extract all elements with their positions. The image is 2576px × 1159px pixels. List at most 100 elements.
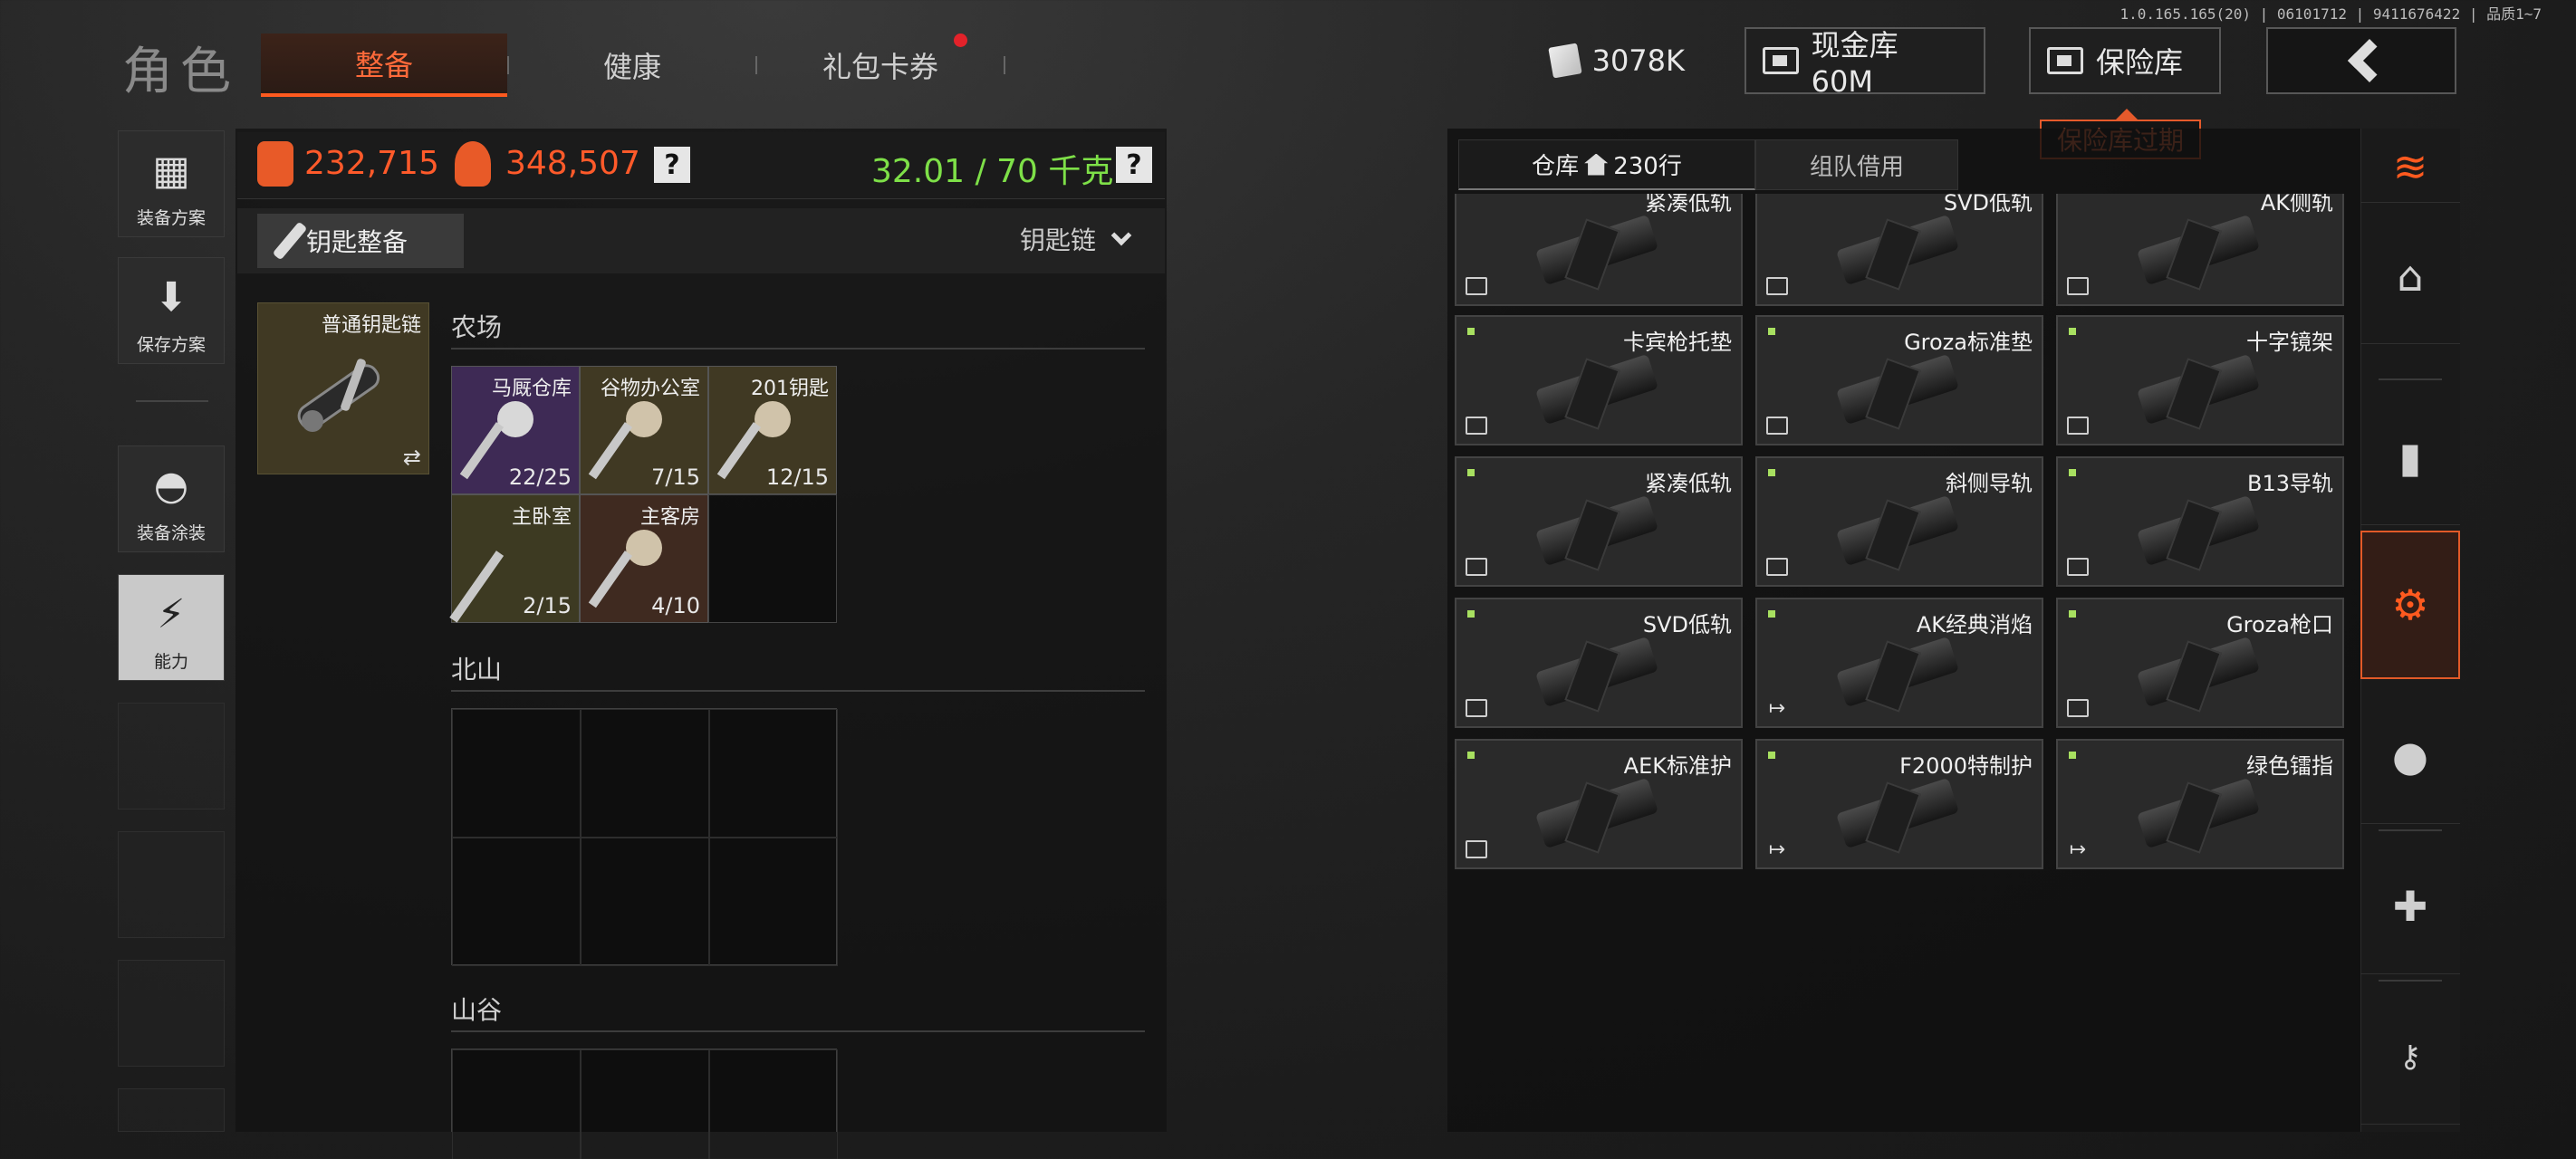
swap-icon[interactable]: ⇄ [403,445,421,470]
key-slot-empty[interactable] [709,1049,838,1159]
tab-health[interactable]: 健康 [509,34,755,97]
loadout-plan-label: 装备方案 [136,208,206,228]
grenade-icon: ● [2391,731,2429,781]
item-name: 紧凑低轨 [1645,471,1732,496]
value-help-button[interactable]: ? [654,147,690,183]
storage-box-icon [2067,277,2089,295]
item-image [1535,777,1665,858]
category-home[interactable]: ⌂ [2360,208,2460,344]
key-slot[interactable]: 主卧室 2/15 [449,494,580,623]
category-weapon-parts[interactable]: ⚙ [2360,531,2460,679]
cash-vault-button[interactable]: 现金库 60M [1745,27,1985,99]
warehouse-rows: 230行 [1613,153,1682,180]
keychain-slot[interactable]: 普通钥匙链 ⇄ [257,302,429,474]
ammo-icon: ▮ [2398,432,2422,482]
weight-readout: 32.01 / 70 千克 [871,153,1114,190]
storage-box-icon [1766,417,1788,435]
layers-refresh-button[interactable]: ≋ [2360,130,2460,203]
warehouse-item[interactable]: 斜侧导轨 [1755,456,2043,587]
storage-box-icon [1766,558,1788,576]
warehouse-item[interactable]: AK经典消焰 ↦ [1755,598,2043,728]
notification-dot [954,34,967,47]
key-slot-empty[interactable] [581,838,709,966]
key-slot[interactable]: 主客房 4/10 [580,494,708,623]
new-item-marker [1467,469,1475,476]
home-icon: ⌂ [2397,251,2424,301]
storage-box-icon [2067,417,2089,435]
weight-help-button[interactable]: ? [1116,147,1152,183]
item-image [1535,636,1665,717]
tab-team-borrow[interactable]: 组队借用 [1755,139,1958,190]
warehouse-item[interactable]: 紧凑低轨 [1455,456,1743,587]
section-title-valley: 山谷 [451,995,503,1025]
new-item-marker [2069,752,2076,759]
safe-button[interactable]: 保险库 [2029,27,2221,94]
item-name: 紧凑低轨 [1645,194,1732,216]
key-slot-empty[interactable] [709,838,838,966]
tab-loadout[interactable]: 整备 [261,34,507,97]
warehouse-item[interactable]: Groza标准垫 [1755,315,2043,445]
tab-divider [1004,56,1005,74]
category-grenade[interactable]: ● [2360,688,2460,824]
key-slot-empty[interactable] [581,709,709,838]
armor-value: 232,715 [304,145,439,182]
warehouse-item[interactable]: SVD低轨 [1755,194,2043,306]
back-button[interactable] [2266,27,2456,94]
item-image [1535,353,1665,435]
storage-box-icon [1466,277,1487,295]
key-slot[interactable]: 谷物办公室 7/15 [580,366,708,494]
tab-warehouse[interactable]: 仓库 230行 [1458,139,1755,190]
new-item-marker [2069,610,2076,618]
cash-vault-label: 现金库 60M [1811,28,1898,99]
key-slot-empty[interactable] [452,838,581,966]
save-plan-button[interactable]: ⬇ 保存方案 [118,257,225,364]
key-slot[interactable]: 201钥匙 12/15 [708,366,837,494]
item-name: AK经典消焰 [1916,612,2033,637]
warehouse-item[interactable]: F2000特制护 ↦ [1755,739,2043,869]
armor-icon [257,141,293,187]
warehouse-item[interactable]: 紧凑低轨 [1455,194,1743,306]
item-image [2137,214,2266,295]
item-name: SVD低轨 [1943,194,2033,216]
key-slot[interactable]: 马厩仓库 22/25 [451,366,580,494]
warehouse-item[interactable]: Groza枪口 [2056,598,2344,728]
loadout-plan-button[interactable]: ▦ 装备方案 [118,130,225,237]
warehouse-item[interactable]: 十字镜架 [2056,315,2344,445]
warehouse-tabs: 仓库 230行 组队借用 [1458,139,1958,190]
item-name: AEK标准护 [1623,753,1732,779]
item-image [1535,494,1665,576]
warehouse-item[interactable]: B13导轨 [2056,456,2344,587]
storage-box-icon [1466,417,1487,435]
key-loadout-button[interactable]: 钥匙整备 [257,214,464,268]
item-image [1836,636,1966,717]
equip-arrow-icon: ↦ [1768,696,1786,720]
tab-gift-cards[interactable]: 礼包卡券 [757,34,1004,97]
warehouse-item[interactable]: 绿色镭指 ↦ [2056,739,2344,869]
item-image [2137,777,2266,858]
warehouse-item[interactable]: SVD低轨 [1455,598,1743,728]
warehouse-item[interactable]: 卡宾枪托垫 [1455,315,1743,445]
key-slot-empty[interactable] [452,709,581,838]
ability-button[interactable]: ⚡ 能力 [118,574,225,681]
key-slot-empty[interactable] [581,1049,709,1159]
skin-button[interactable]: ◓ 装备涂装 [118,445,225,552]
item-name: 十字镜架 [2246,330,2333,355]
category-keys[interactable]: ⚷ [2360,989,2460,1125]
storage-box-icon [1466,840,1487,858]
warehouse-item[interactable]: AK侧轨 [2056,194,2344,306]
key-slot-empty[interactable] [708,494,837,623]
item-name: B13导轨 [2246,471,2333,496]
tab-loadout-label: 整备 [354,48,413,82]
warehouse-item[interactable]: AEK标准护 [1455,739,1743,869]
key-slot-empty[interactable] [452,1049,581,1159]
new-item-marker [1467,610,1475,618]
chevron-down-icon [1110,225,1132,246]
keychain-dropdown[interactable]: 钥匙链 [1020,221,1132,257]
key-uses: 2/15 [523,593,572,618]
category-medical[interactable]: ✚ [2360,838,2460,974]
key-slot-empty[interactable] [709,709,838,838]
keychain-icon [297,359,380,432]
item-name: Groza枪口 [2226,612,2333,637]
category-ammo[interactable]: ▮ [2360,389,2460,525]
home-icon [1584,153,1609,176]
